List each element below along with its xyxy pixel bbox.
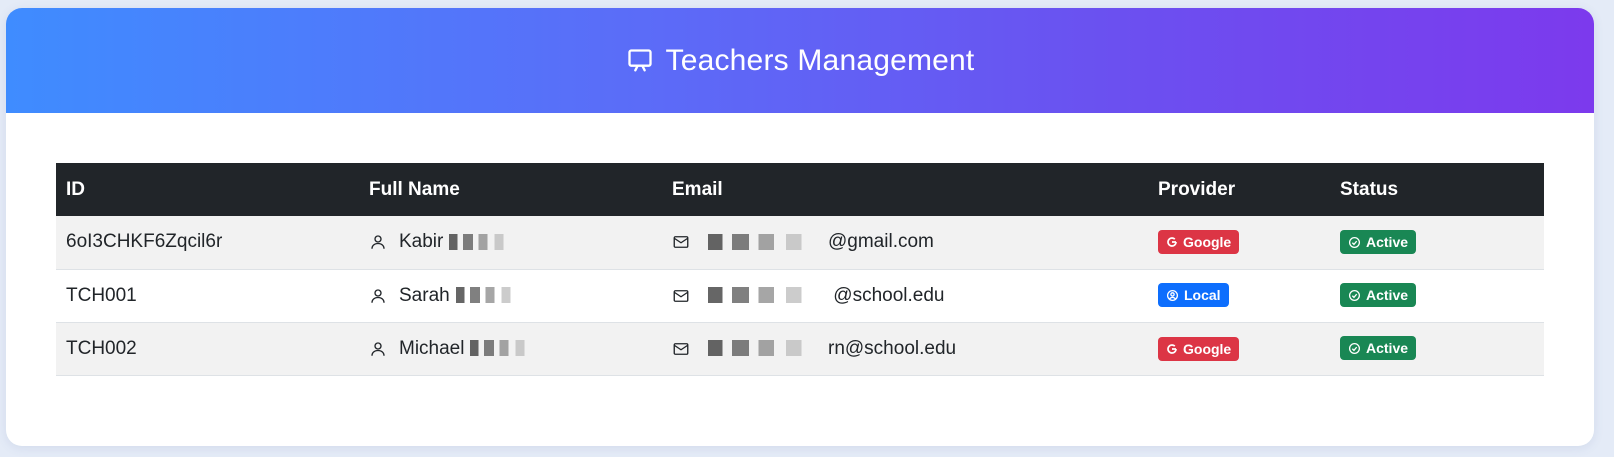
redacted-surname	[470, 340, 541, 357]
column-header-id[interactable]: ID	[56, 163, 359, 216]
email-cell: @gmail.com	[662, 216, 1148, 269]
column-header-provider[interactable]: Provider	[1148, 163, 1330, 216]
provider-cell: Google	[1148, 322, 1330, 375]
email-cell: rn@school.edu	[662, 322, 1148, 375]
redacted-surname	[455, 287, 526, 304]
envelope-icon	[672, 340, 690, 358]
redacted-email-user	[708, 234, 828, 251]
teacher-email: @school.edu	[833, 284, 945, 306]
teacher-name: Kabir	[399, 231, 444, 253]
provider-label: Local	[1184, 287, 1221, 304]
status-cell: Active	[1330, 269, 1544, 322]
provider-label: Google	[1183, 340, 1232, 357]
teacher-id: 6oI3CHKF6Zqcil6r	[66, 231, 223, 253]
provider-badge: Local	[1158, 283, 1229, 308]
teacher-id: TCH001	[66, 284, 137, 306]
presentation-board-icon	[626, 47, 654, 75]
status-label: Active	[1366, 234, 1409, 250]
check-circle-icon	[1348, 342, 1361, 355]
teacher-name: Sarah	[399, 284, 450, 306]
person-icon	[369, 233, 387, 251]
status-label: Active	[1366, 287, 1409, 304]
full-name-cell: Kabir	[359, 216, 662, 269]
status-label: Active	[1366, 340, 1409, 357]
person-icon	[369, 287, 387, 305]
status-badge: Active	[1340, 283, 1417, 308]
full-name-cell: Sarah	[359, 269, 662, 322]
table-header-row: ID Full Name Email Provider Status	[56, 163, 1544, 216]
status-cell: Active	[1330, 216, 1544, 269]
full-name-cell: Michael	[359, 322, 662, 375]
provider-cell: Google	[1148, 216, 1330, 269]
provider-label: Google	[1183, 234, 1232, 251]
table-row[interactable]: TCH001 Sarah @school.edu Local Active	[56, 269, 1544, 322]
provider-badge: Google	[1158, 336, 1240, 361]
teachers-table: ID Full Name Email Provider Status 6oI3C…	[56, 163, 1544, 376]
page-header: Teachers Management	[6, 8, 1594, 113]
redacted-email-user	[708, 340, 828, 357]
teacher-email: rn@school.edu	[828, 337, 957, 359]
provider-badge: Google	[1158, 230, 1240, 255]
person-icon	[369, 340, 387, 358]
redacted-email-user	[708, 287, 828, 304]
column-header-email[interactable]: Email	[662, 163, 1148, 216]
teacher-id: TCH002	[66, 337, 137, 359]
email-cell: @school.edu	[662, 269, 1148, 322]
teacher-name: Michael	[399, 337, 465, 359]
google-g-icon	[1166, 236, 1178, 248]
google-g-icon	[1166, 343, 1178, 355]
check-circle-icon	[1348, 289, 1361, 302]
teachers-card: Teachers Management ID Full Name Email P…	[6, 8, 1594, 446]
teachers-table-wrap: ID Full Name Email Provider Status 6oI3C…	[56, 163, 1544, 376]
check-circle-icon	[1348, 236, 1361, 249]
status-badge: Active	[1340, 336, 1417, 361]
redacted-surname	[449, 234, 520, 251]
table-row[interactable]: 6oI3CHKF6Zqcil6r Kabir @gmail.com Google…	[56, 216, 1544, 269]
status-badge: Active	[1340, 230, 1417, 254]
status-cell: Active	[1330, 322, 1544, 375]
page-title: Teachers Management	[665, 43, 975, 77]
table-row[interactable]: TCH002 Michael rn@school.edu Google Acti…	[56, 322, 1544, 375]
envelope-icon	[672, 233, 690, 251]
column-header-full-name[interactable]: Full Name	[359, 163, 662, 216]
teacher-email: @gmail.com	[828, 231, 934, 253]
envelope-icon	[672, 287, 690, 305]
provider-cell: Local	[1148, 269, 1330, 322]
column-header-status[interactable]: Status	[1330, 163, 1544, 216]
user-circle-icon	[1166, 289, 1179, 302]
